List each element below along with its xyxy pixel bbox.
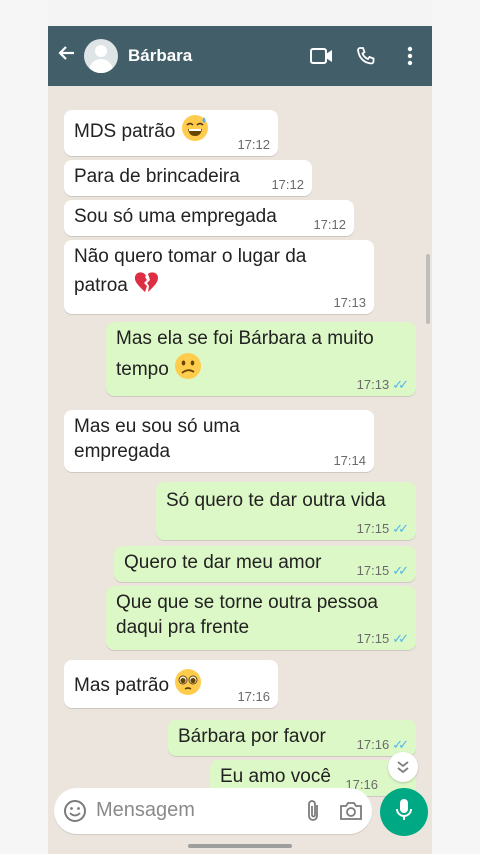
camera-icon[interactable] (338, 800, 364, 822)
chevron-double-down-icon[interactable] (388, 752, 418, 782)
message-text: Não quero tomar o lugar da (74, 246, 307, 267)
video-call-icon[interactable] (300, 26, 344, 86)
message-bubble[interactable]: Sou só uma empregada 17:12 (64, 200, 354, 236)
message-text: Que que se torne outra pessoa (116, 592, 378, 613)
message-time: 17:14 (333, 453, 366, 468)
message-time: 17:12 (313, 217, 346, 232)
message-time: 17:13 (333, 295, 366, 310)
message-time: 17:16 ✓✓ (356, 737, 409, 752)
message-time: 17:13 ✓✓ (356, 377, 409, 392)
message-time: 17:16 (237, 689, 270, 704)
sweat-smile-emoji-icon (181, 114, 209, 150)
message-text: Bárbara por favor (178, 726, 326, 747)
message-bubble[interactable]: Quero te dar meu amor 17:15 ✓✓ (114, 546, 416, 582)
message-text: daqui pra frente (116, 617, 250, 638)
avatar-icon[interactable] (84, 39, 118, 73)
pleading-face-emoji-icon (174, 668, 202, 704)
mic-icon (394, 798, 414, 827)
background-right (432, 0, 480, 854)
emoji-icon[interactable] (62, 798, 88, 824)
message-bubble[interactable]: Mas eu sou só uma empregada 17:14 (64, 410, 374, 472)
message-text: Mas patrão (74, 675, 170, 697)
message-bubble[interactable]: Bárbara por favor 17:16 ✓✓ (168, 720, 416, 756)
more-vert-icon[interactable] (388, 26, 432, 86)
message-text: MDS patrão (74, 121, 176, 143)
message-time: 17:12 (237, 137, 270, 152)
attach-icon[interactable] (302, 798, 324, 824)
message-composer[interactable]: Mensagem (54, 788, 372, 834)
chat-screen: Bárbara MDS patrão 17:12 Para de brincad… (48, 26, 432, 854)
message-bubble[interactable]: Que que se torne outra pessoa daqui pra … (106, 586, 416, 650)
read-ticks-icon: ✓✓ (392, 377, 409, 392)
message-bubble[interactable]: MDS patrão 17:12 (64, 110, 278, 156)
message-bubble[interactable]: Não quero tomar o lugar da patroa 17:13 (64, 240, 374, 314)
status-strip (0, 0, 480, 26)
background-left (0, 0, 48, 854)
message-list[interactable]: MDS patrão 17:12 Para de brincadeira 17:… (48, 86, 432, 796)
home-indicator[interactable] (188, 844, 292, 848)
message-bubble[interactable]: Mas patrão 17:16 (64, 660, 278, 708)
message-time: 17:12 (271, 177, 304, 192)
message-time: 17:15 ✓✓ (356, 631, 409, 646)
back-arrow-icon[interactable] (50, 43, 84, 69)
read-ticks-icon: ✓✓ (392, 521, 409, 536)
read-ticks-icon: ✓✓ (392, 563, 409, 578)
mic-button[interactable] (380, 788, 428, 836)
message-text: tempo (116, 359, 169, 381)
message-bubble[interactable]: Mas ela se foi Bárbara a muito tempo 17:… (106, 322, 416, 396)
message-text: Mas eu sou só uma (74, 416, 240, 437)
message-text: patroa (74, 275, 128, 297)
message-bubble[interactable]: Só quero te dar outra vida 17:15 ✓✓ (156, 482, 416, 540)
confused-face-emoji-icon (174, 352, 202, 388)
chat-header: Bárbara (48, 26, 432, 86)
phone-icon[interactable] (344, 26, 388, 86)
message-text: Sou só uma empregada (74, 206, 277, 227)
contact-name[interactable]: Bárbara (128, 46, 300, 66)
message-text: empregada (74, 441, 171, 462)
message-text: Quero te dar meu amor (124, 552, 322, 573)
broken-heart-emoji-icon (133, 270, 159, 302)
read-ticks-icon: ✓✓ (392, 631, 409, 646)
message-text: Só quero te dar outra vida (166, 490, 386, 511)
message-time: 17:15 ✓✓ (356, 563, 409, 578)
message-time: 17:15 ✓✓ (356, 521, 409, 536)
message-input[interactable]: Mensagem (96, 799, 195, 822)
message-text: Mas ela se foi Bárbara a muito (116, 328, 374, 349)
read-ticks-icon: ✓✓ (392, 737, 409, 752)
message-text: Eu amo você (220, 766, 331, 787)
scrollbar-thumb[interactable] (426, 254, 430, 324)
message-text: Para de brincadeira (74, 166, 240, 187)
message-bubble[interactable]: Para de brincadeira 17:12 (64, 160, 312, 196)
